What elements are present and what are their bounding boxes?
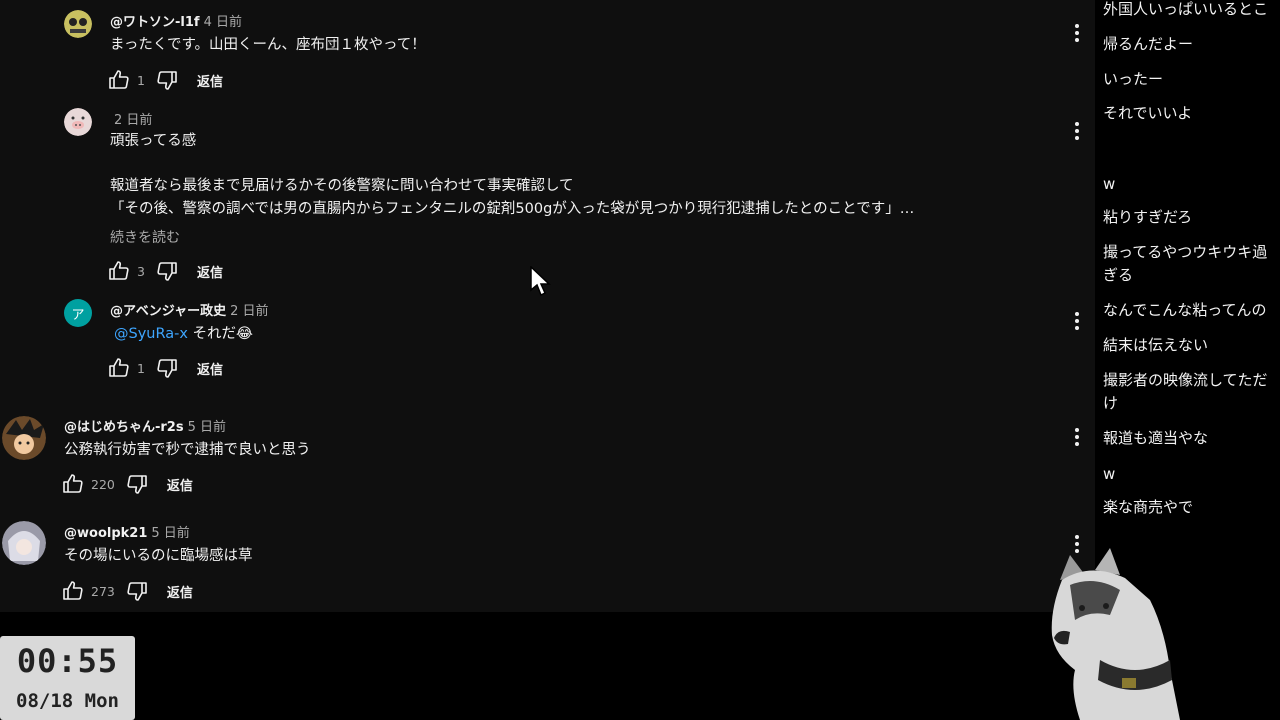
chat-message: なんでこんな粘ってんの bbox=[1103, 301, 1267, 319]
chat-message: w bbox=[1103, 175, 1116, 193]
comment-thread-1: @はじめちゃん-r2s 5 日前 公務執行妨害で秒で逮捕で良いと思う 220 返信 bbox=[0, 400, 1095, 510]
comment-actions: 273 返信 bbox=[61, 579, 193, 603]
comment-actions: 1 返信 bbox=[107, 356, 223, 380]
comment-author[interactable]: @アベンジャー政史 bbox=[110, 304, 226, 319]
more-actions-icon[interactable] bbox=[1067, 307, 1087, 335]
dislike-icon[interactable] bbox=[125, 579, 149, 603]
dislike-icon[interactable] bbox=[155, 259, 179, 283]
comment-timestamp[interactable]: 2 日前 bbox=[114, 113, 152, 128]
comment-text-line-3: 報道者なら最後まで見届けるかその後警察に問い合わせて事実確認して bbox=[110, 178, 574, 194]
comment-text: 公務執行妨害で秒で逮捕で良いと思う bbox=[64, 442, 311, 458]
more-actions-icon[interactable] bbox=[1067, 423, 1087, 451]
stream-lower-area bbox=[0, 612, 1095, 720]
comment-section: @ワトソン-l1f 4 日前 まったくです。山田くーん、座布団１枚やって！ 1 返… bbox=[0, 0, 1095, 612]
avatar[interactable] bbox=[64, 10, 92, 38]
comment-author[interactable]: @woolpk21 bbox=[64, 526, 147, 541]
comment-actions: 1 返信 bbox=[107, 68, 223, 92]
like-count: 1 bbox=[137, 360, 145, 376]
comment-text: その場にいるのに臨場感は草 bbox=[64, 548, 253, 564]
comment-reply-3: ア @アベンジャー政史 2 日前 @SyuRa-x それだ😂 1 返信 bbox=[0, 290, 1095, 400]
chat-message: 帰るんだよー bbox=[1103, 35, 1194, 53]
dislike-icon[interactable] bbox=[155, 68, 179, 92]
like-icon[interactable] bbox=[107, 68, 131, 92]
chat-message: 結末は伝えない bbox=[1103, 336, 1209, 354]
comment-thread-2: @woolpk21 5 日前 その場にいるのに臨場感は草 273 返信 bbox=[0, 510, 1095, 612]
like-icon[interactable] bbox=[61, 579, 85, 603]
reply-button[interactable]: 返信 bbox=[167, 475, 193, 494]
avatar[interactable] bbox=[64, 108, 92, 136]
comment-text-line-1: 頑張ってる感 bbox=[110, 133, 197, 149]
comment-timestamp[interactable]: 5 日前 bbox=[188, 420, 226, 435]
avatar[interactable]: ア bbox=[64, 299, 92, 327]
comment-author[interactable]: @はじめちゃん-r2s bbox=[64, 420, 184, 435]
chat-message: 外国人いっぱいいるとこ bbox=[1103, 0, 1269, 18]
chat-message: 撮影者の映像流してただ け bbox=[1103, 371, 1268, 412]
comment-reply-2: 2 日前 頑張ってる感 報道者なら最後まで見届けるかその後警察に問い合わせて事実… bbox=[0, 100, 1095, 290]
comment-timestamp[interactable]: 2 日前 bbox=[230, 304, 268, 319]
comment-text: @SyuRa-x それだ😂 bbox=[114, 323, 253, 345]
comment-reply-1: @ワトソン-l1f 4 日前 まったくです。山田くーん、座布団１枚やって！ 1 返… bbox=[0, 0, 1095, 100]
chat-message: それでいいよ bbox=[1103, 104, 1193, 122]
comment-text: まったくです。山田くーん、座布団１枚やって！ bbox=[110, 37, 426, 53]
comment-text-line-4: 「その後、警察の調べでは男の直腸内からフェンタニルの錠剤500gが入った袋が見つ… bbox=[110, 201, 915, 217]
avatar[interactable] bbox=[2, 416, 46, 460]
like-count: 273 bbox=[91, 583, 115, 599]
avatar[interactable] bbox=[2, 521, 46, 565]
dislike-icon[interactable] bbox=[125, 472, 149, 496]
mention-link[interactable]: @SyuRa-x bbox=[114, 326, 188, 342]
clock-date: 08/18 Mon bbox=[16, 690, 119, 712]
comment-timestamp[interactable]: 4 日前 bbox=[204, 15, 242, 30]
reply-button[interactable]: 返信 bbox=[167, 582, 193, 601]
more-actions-icon[interactable] bbox=[1067, 117, 1087, 145]
reply-button[interactable]: 返信 bbox=[197, 359, 223, 378]
comment-timestamp[interactable]: 5 日前 bbox=[151, 526, 189, 541]
avatar-letter: ア bbox=[71, 307, 85, 323]
reply-button[interactable]: 返信 bbox=[197, 71, 223, 90]
husky-dog-image bbox=[1051, 548, 1180, 720]
like-icon[interactable] bbox=[61, 472, 85, 496]
chat-message: 撮ってるやつウキウキ過 ぎる bbox=[1103, 243, 1268, 284]
like-icon[interactable] bbox=[107, 356, 131, 380]
dislike-icon[interactable] bbox=[155, 356, 179, 380]
chat-message: 報道も適当やな bbox=[1103, 429, 1209, 447]
comment-text-rest: それだ😂 bbox=[187, 326, 253, 342]
chat-message: 粘りすぎだろ bbox=[1103, 208, 1193, 226]
like-icon[interactable] bbox=[107, 259, 131, 283]
comment-author[interactable]: @ワトソン-l1f bbox=[110, 15, 200, 30]
comment-actions: 3 返信 bbox=[107, 259, 223, 283]
like-count: 3 bbox=[137, 263, 145, 279]
chat-message: いったー bbox=[1103, 70, 1164, 88]
chat-message: 楽な商売やで bbox=[1103, 498, 1194, 516]
like-count: 1 bbox=[137, 72, 145, 88]
chat-message: w bbox=[1103, 465, 1116, 483]
clock-widget: 00:55 08/18 Mon bbox=[0, 636, 135, 720]
read-more-link[interactable]: 続きを読む bbox=[110, 227, 180, 247]
mouse-cursor-icon bbox=[530, 266, 551, 297]
like-count: 220 bbox=[91, 476, 115, 492]
clock-time: 00:55 bbox=[16, 642, 119, 680]
more-actions-icon[interactable] bbox=[1067, 19, 1087, 47]
reply-button[interactable]: 返信 bbox=[197, 262, 223, 281]
comment-actions: 220 返信 bbox=[61, 472, 193, 496]
